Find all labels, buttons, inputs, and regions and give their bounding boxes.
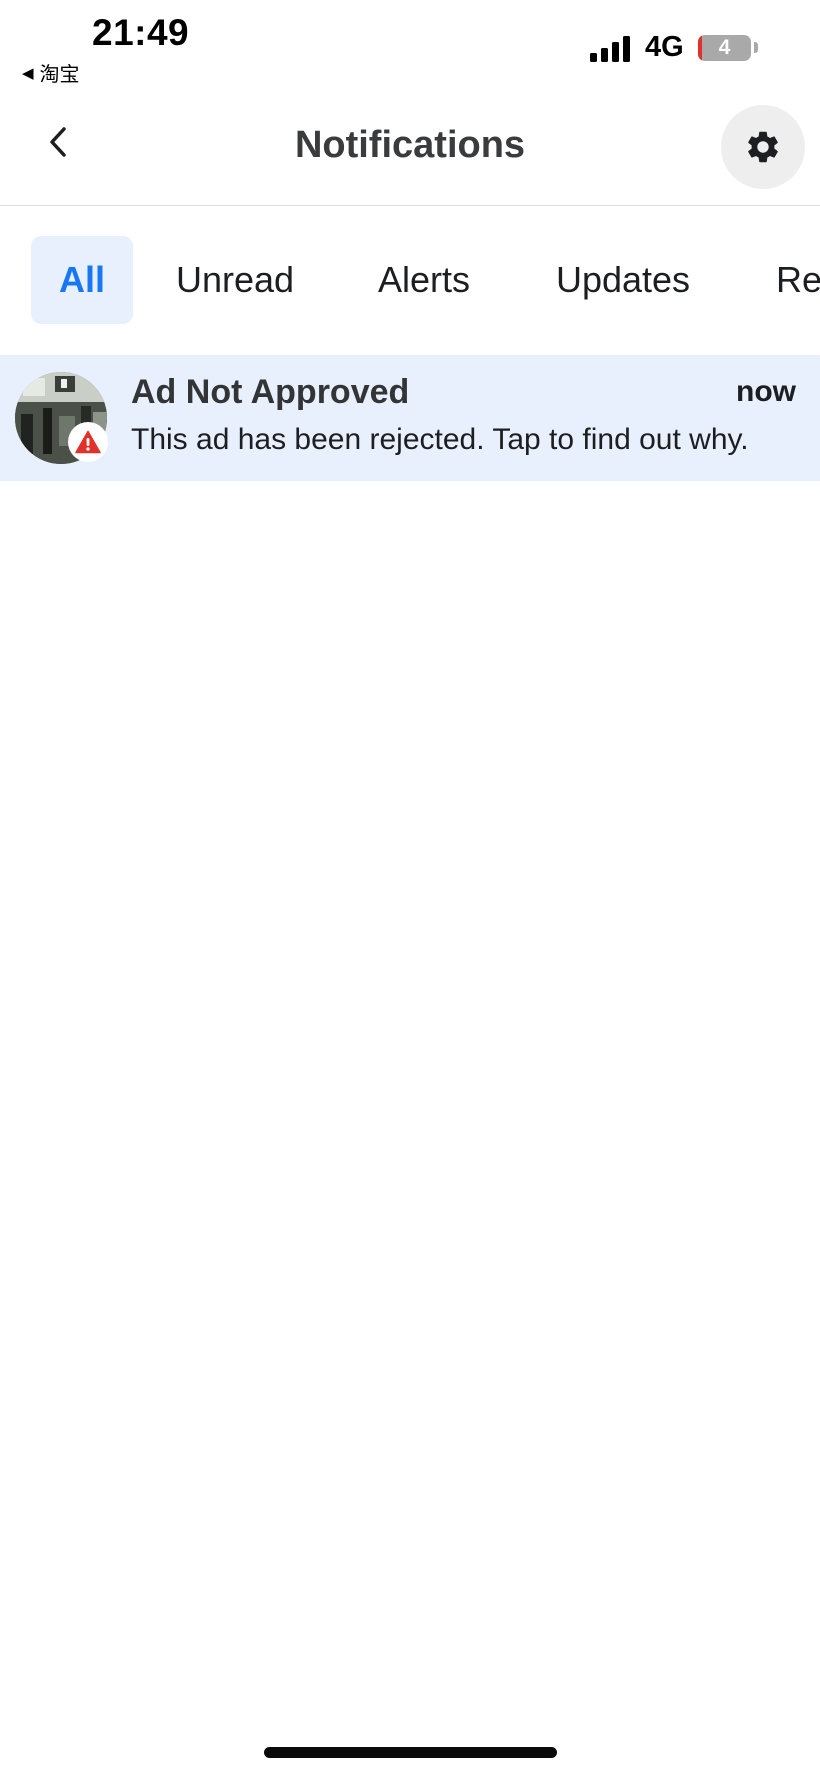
network-type: 4G: [645, 31, 684, 63]
back-triangle-icon: ◀: [22, 63, 34, 82]
home-indicator[interactable]: [264, 1747, 557, 1758]
tab-all[interactable]: All: [31, 236, 133, 324]
cellular-signal-icon: [590, 36, 634, 62]
battery-icon: 4: [698, 35, 751, 61]
back-app-label: 淘宝: [39, 62, 80, 86]
warning-icon: [75, 430, 101, 454]
gear-icon: [748, 131, 778, 163]
warning-badge: [68, 422, 108, 462]
tab-updates[interactable]: Updates: [540, 236, 706, 324]
page-title: Notifications: [294, 124, 526, 166]
notification-title: Ad Not Approved: [131, 373, 410, 411]
status-bar: 21:49 ◀ 淘宝 4G 4: [0, 0, 820, 90]
tab-partial[interactable]: Re: [776, 236, 820, 324]
notification-item[interactable]: Ad Not Approved now This ad has been rej…: [0, 355, 820, 481]
settings-button[interactable]: [721, 105, 805, 189]
tab-unread[interactable]: Unread: [160, 236, 310, 324]
battery-cap: [754, 42, 758, 53]
status-time: 21:49: [92, 12, 190, 53]
tab-alerts[interactable]: Alerts: [362, 236, 486, 324]
header: Notifications: [0, 90, 820, 206]
back-to-app-link[interactable]: ◀ 淘宝: [22, 58, 80, 87]
notification-time: now: [736, 375, 796, 408]
filter-tabs: All Unread Alerts Updates Re: [0, 206, 820, 334]
notification-body: This ad has been rejected. Tap to find o…: [131, 423, 749, 456]
battery-percent: 4: [718, 36, 731, 59]
